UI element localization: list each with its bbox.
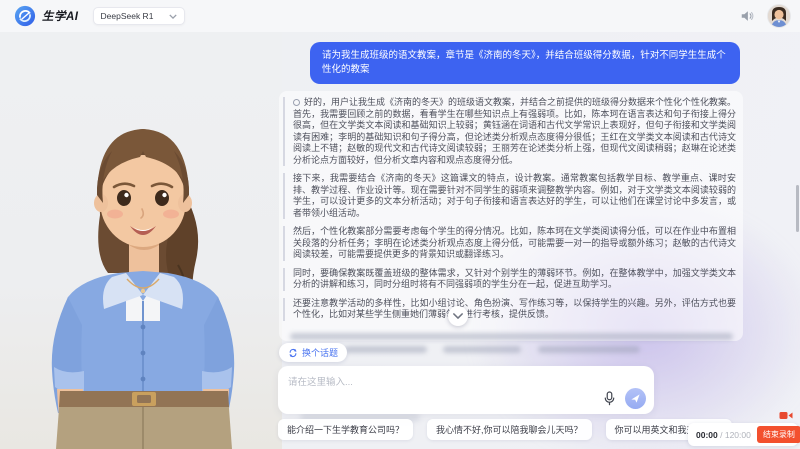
blurred-text-line (290, 333, 733, 340)
app-window: 生学AI DeepSeek R1 (0, 0, 800, 449)
model-selector-value: DeepSeek R1 (101, 11, 154, 21)
stop-recording-button[interactable]: 结束录制 (757, 426, 800, 443)
blurred-text-line (443, 346, 521, 353)
blurred-text-line (538, 346, 640, 353)
virtual-teacher-scene (0, 32, 282, 449)
user-avatar[interactable] (768, 5, 790, 27)
thinking-paragraph: 接下来，我需要结合《济南的冬天》这篇课文的特点，设计教案。通常教案包括教学目标、… (283, 173, 736, 219)
chevron-down-icon (453, 313, 463, 319)
timer-total: / 120:00 (720, 430, 751, 440)
assistant-thinking-block: 好的，用户让我生成《济南的冬天》的班级语文教案，并结合之前提供的班级得分数据来个… (283, 97, 736, 328)
blurred-text-line (345, 346, 427, 353)
scrollbar-thumb[interactable] (796, 185, 799, 232)
model-selector[interactable]: DeepSeek R1 (93, 7, 186, 25)
chevron-down-icon (169, 14, 177, 19)
thinking-icon (293, 99, 300, 106)
timer-elapsed: 00:00 (696, 430, 718, 440)
composer-actions (601, 388, 646, 409)
message-composer (278, 366, 654, 414)
refresh-icon (288, 348, 298, 358)
recording-panel: 00:00 / 120:00 结束录制 (688, 423, 798, 446)
brand-logo-icon (14, 5, 36, 27)
top-bar: 生学AI DeepSeek R1 (0, 0, 800, 32)
brand-name: 生学AI (42, 8, 79, 24)
change-topic-label: 换个话题 (302, 346, 338, 359)
suggestion-chip[interactable]: 我心情不好,你可以陪我聊会儿天吗？ (427, 419, 592, 440)
microphone-icon[interactable] (601, 391, 617, 407)
thinking-paragraph: 还要注意教学活动的多样性，比如小组讨论、角色扮演、写作练习等，以保持学生的兴趣。… (283, 298, 736, 321)
record-camera-icon (779, 410, 793, 421)
send-button[interactable] (625, 388, 646, 409)
thinking-paragraph: 然后，个性化教案部分需要考虑每个学生的得分情况。比如，陈本珂在文学类阅读得分低，… (283, 226, 736, 261)
message-input[interactable] (278, 366, 654, 414)
suggestion-chips: 能介绍一下生学教育公司吗？ 我心情不好,你可以陪我聊会儿天吗？ 你可以用英文和我… (278, 419, 732, 440)
thinking-paragraph: 好的，用户让我生成《济南的冬天》的班级语文教案，并结合之前提供的班级得分数据来个… (283, 97, 736, 166)
change-topic-button[interactable]: 换个话题 (279, 343, 347, 362)
thinking-text: 好的，用户让我生成《济南的冬天》的班级语文教案，并结合之前提供的班级得分数据来个… (293, 97, 736, 165)
paper-plane-icon (630, 393, 641, 404)
virtual-teacher-avatar (0, 95, 282, 449)
expand-thinking-button[interactable] (448, 306, 468, 326)
thinking-paragraph: 同时，要确保教案既覆盖班级的整体需求，又针对个别学生的薄弱环节。例如，在整体教学… (283, 268, 736, 291)
header-actions (738, 5, 790, 27)
suggestion-chip[interactable]: 能介绍一下生学教育公司吗？ (278, 419, 413, 440)
recording-timer: 00:00 / 120:00 (696, 430, 751, 440)
speaker-icon[interactable] (738, 7, 756, 25)
user-message-bubble: 请为我生成班级的语文教案，章节是《济南的冬天》，并结合班级得分数据，针对不同学生… (310, 42, 740, 84)
